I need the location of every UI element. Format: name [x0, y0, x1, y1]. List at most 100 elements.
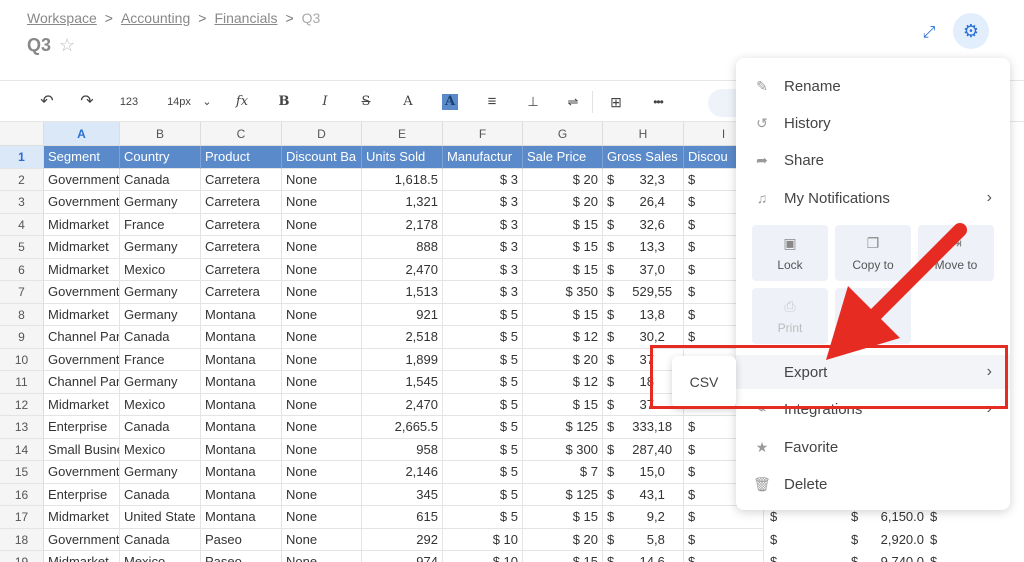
table-cell[interactable]: Mexico [120, 438, 201, 461]
table-cell[interactable]: None [282, 258, 362, 281]
table-cell[interactable]: Midmarket [44, 393, 120, 416]
table-cell[interactable]: $ 300 [523, 438, 603, 461]
table-cell[interactable]: $ 13,8 [603, 303, 684, 326]
table-cell[interactable]: None [282, 528, 362, 551]
table-cell[interactable]: Montana [201, 416, 282, 439]
chevron-down-icon[interactable]: ⌄ [200, 91, 214, 113]
column-header[interactable]: B [120, 122, 201, 146]
table-cell[interactable]: Carretera [201, 191, 282, 214]
table-cell[interactable]: $ 15 [523, 551, 603, 562]
table-cell[interactable]: None [282, 348, 362, 371]
table-cell[interactable]: Mexico [120, 393, 201, 416]
table-cell[interactable]: $ 5,8 [603, 528, 684, 551]
table-cell[interactable]: 974 [362, 551, 443, 562]
row-header[interactable]: 15 [0, 461, 44, 484]
table-cell[interactable]: 888 [362, 236, 443, 259]
table-cell[interactable]: $ 20 [523, 348, 603, 371]
table-cell[interactable]: $ 7 [523, 461, 603, 484]
table-cell[interactable]: None [282, 551, 362, 562]
expand-icon[interactable]: ⤢ [918, 22, 940, 44]
bold-button[interactable]: B [276, 91, 292, 113]
table-cell[interactable]: Montana [201, 371, 282, 394]
row-header[interactable]: 19 [0, 551, 44, 562]
table-cell[interactable]: 9,740.0 [860, 551, 924, 562]
table-cell[interactable]: $ 13,3 [603, 236, 684, 259]
table-cell[interactable]: Carretera [201, 281, 282, 304]
table-cell[interactable]: Midmarket [44, 506, 120, 529]
grid-corner[interactable] [0, 122, 44, 146]
menu-item-share[interactable]: ➦ Share [736, 143, 1010, 177]
table-cell[interactable]: $ 5 [443, 371, 523, 394]
table-cell[interactable]: $ 5 [443, 393, 523, 416]
table-cell[interactable]: None [282, 326, 362, 349]
move-to-tile[interactable]: ⇥ Move to [918, 225, 994, 281]
table-cell[interactable]: Carretera [201, 236, 282, 259]
row-header[interactable]: 8 [0, 303, 44, 326]
table-cell[interactable]: $ 5 [443, 348, 523, 371]
print-tile[interactable]: ⎙ Print [752, 288, 828, 344]
table-cell[interactable]: $ 10 [443, 528, 523, 551]
table-cell[interactable]: $ 333,18 [603, 416, 684, 439]
table-cell[interactable]: $ 3 [443, 236, 523, 259]
table-cell[interactable]: Carretera [201, 168, 282, 191]
table-cell[interactable]: $ 26,4 [603, 191, 684, 214]
table-cell[interactable]: Paseo [201, 551, 282, 562]
table-cell[interactable]: $ 20 [523, 168, 603, 191]
table-cell[interactable]: None [282, 393, 362, 416]
column-header[interactable]: D [282, 122, 362, 146]
row-header[interactable]: 17 [0, 506, 44, 529]
table-cell[interactable]: 2,665.5 [362, 416, 443, 439]
table-cell[interactable]: Carretera [201, 213, 282, 236]
text-color-button[interactable]: A [399, 91, 417, 113]
table-cell[interactable]: 2,146 [362, 461, 443, 484]
table-cell[interactable]: None [282, 281, 362, 304]
menu-item-favorite[interactable]: ★ Favorite [736, 430, 1010, 464]
settings-gear-button[interactable]: ⚙ [953, 13, 989, 49]
table-cell[interactable]: 2,178 [362, 213, 443, 236]
table-cell[interactable]: 1,321 [362, 191, 443, 214]
table-cell[interactable]: France [120, 213, 201, 236]
table-cell[interactable]: $ 15 [523, 236, 603, 259]
breadcrumb-workspace[interactable]: Workspace [27, 10, 97, 26]
column-header[interactable]: H [603, 122, 684, 146]
table-cell[interactable]: 615 [362, 506, 443, 529]
table-cell[interactable]: Small Busine [44, 438, 120, 461]
table-cell[interactable]: Montana [201, 303, 282, 326]
column-header[interactable]: E [362, 122, 443, 146]
table-cell[interactable]: $ 12 [523, 326, 603, 349]
table-cell[interactable]: 1,899 [362, 348, 443, 371]
row-header[interactable]: 16 [0, 483, 44, 506]
breadcrumb-accounting[interactable]: Accounting [121, 10, 190, 26]
table-cell[interactable]: $ 287,40 [603, 438, 684, 461]
table-cell[interactable]: Government [44, 528, 120, 551]
table-cell[interactable]: Government [44, 168, 120, 191]
table-cell[interactable]: United State [120, 506, 201, 529]
copy-to-tile[interactable]: ❐ Copy to [835, 225, 911, 281]
header-cell[interactable]: Gross Sales [603, 146, 684, 169]
table-cell[interactable]: None [282, 438, 362, 461]
table-cell[interactable]: 2,920.0 [860, 529, 924, 552]
row-header[interactable]: 1 [0, 146, 44, 169]
table-cell[interactable]: $ [930, 529, 944, 552]
table-cell[interactable]: Germany [120, 461, 201, 484]
table-cell[interactable]: Government [44, 281, 120, 304]
table-cell[interactable]: 2,470 [362, 393, 443, 416]
row-header[interactable]: 3 [0, 191, 44, 214]
table-cell[interactable]: $ 350 [523, 281, 603, 304]
table-cell[interactable]: Channel Par [44, 371, 120, 394]
table-cell[interactable]: Carretera [201, 258, 282, 281]
table-cell[interactable]: Canada [120, 416, 201, 439]
table-cell[interactable]: $ 20 [523, 528, 603, 551]
favorite-star-icon[interactable]: ☆ [59, 35, 75, 56]
column-header[interactable]: G [523, 122, 603, 146]
table-cell[interactable]: $ 3 [443, 168, 523, 191]
table-cell[interactable]: Mexico [120, 551, 201, 562]
table-cell[interactable]: $ 5 [443, 506, 523, 529]
table-cell[interactable]: France [120, 348, 201, 371]
table-cell[interactable]: $ 5 [443, 483, 523, 506]
table-cell[interactable]: Montana [201, 326, 282, 349]
insert-row-icon[interactable]: ⊞ [607, 91, 625, 113]
number-format-button[interactable]: 123 [116, 91, 142, 113]
header-cell[interactable]: Manufactur [443, 146, 523, 169]
table-cell[interactable]: Government [44, 191, 120, 214]
